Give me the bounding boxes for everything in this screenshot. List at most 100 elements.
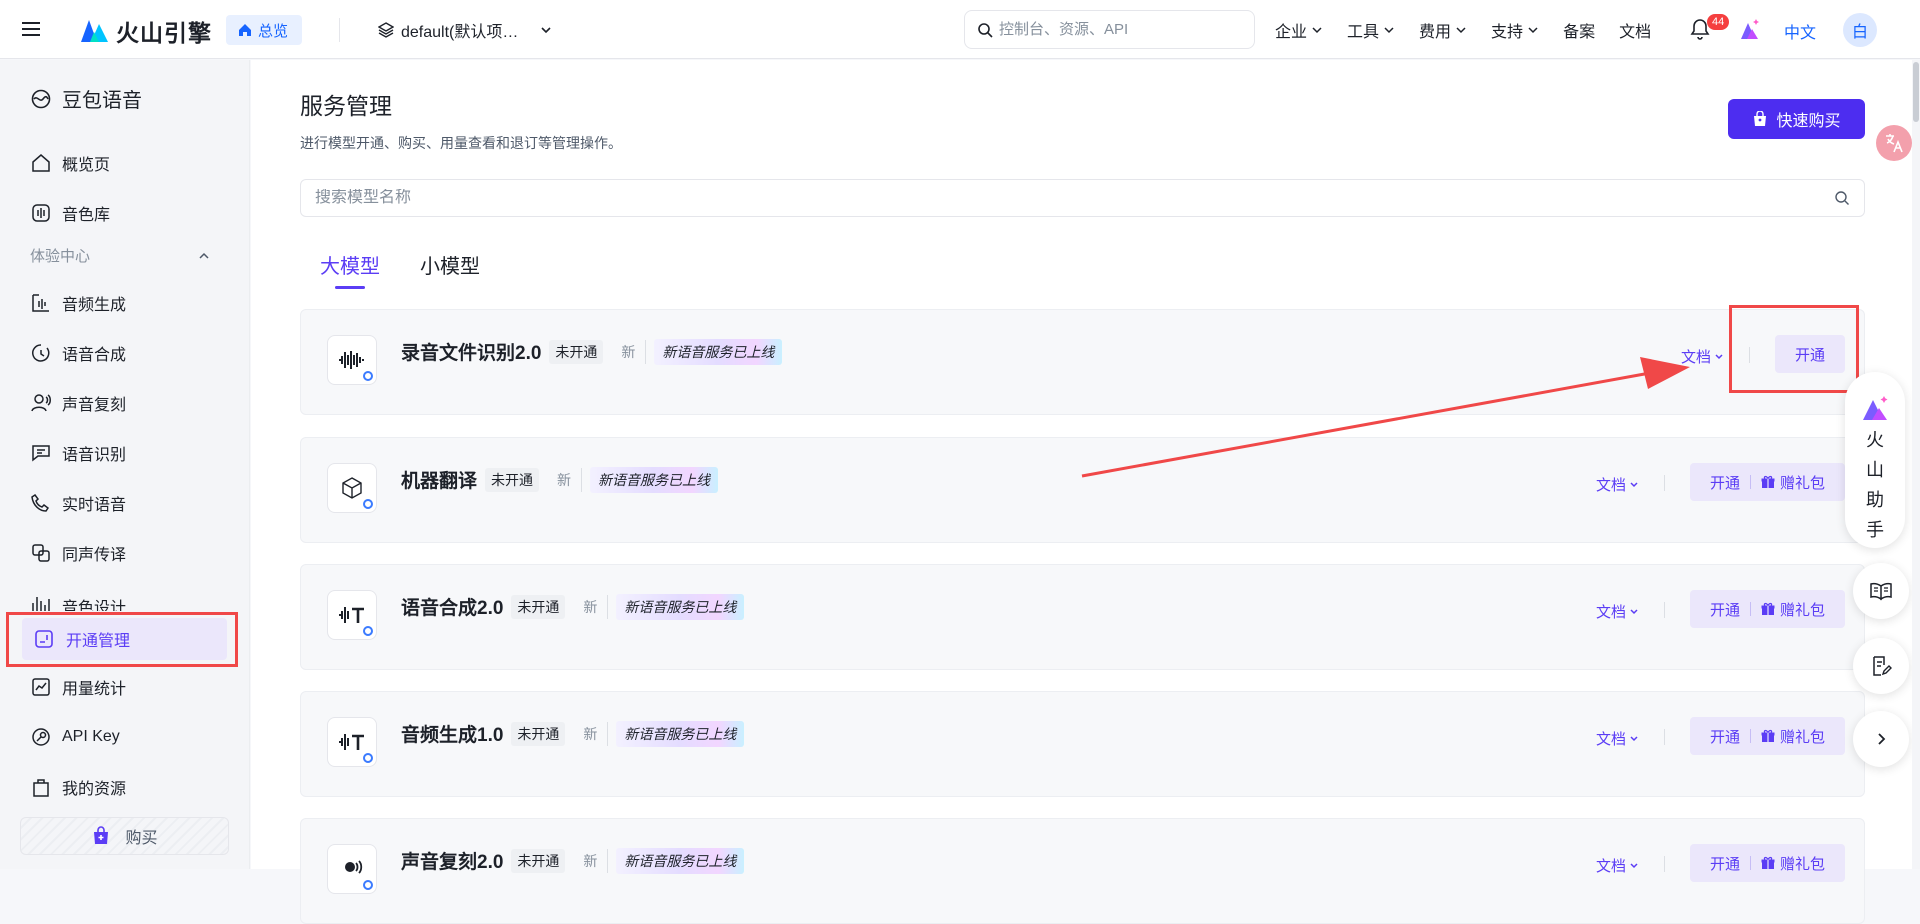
- tab-small-model[interactable]: 小模型: [420, 250, 480, 279]
- hamburger-menu-icon[interactable]: [20, 18, 42, 40]
- sidebar-item-label: 我的资源: [62, 781, 127, 798]
- chevron-right-icon: [1878, 733, 1886, 745]
- language-switch[interactable]: 中文: [1784, 19, 1816, 43]
- gift-pack-button[interactable]: 赠礼包: [1761, 599, 1825, 620]
- sidebar-item-audio-gen[interactable]: 音频生成: [30, 285, 126, 321]
- nav-tools[interactable]: 工具: [1347, 18, 1395, 42]
- sidebar-item-label: 语音识别: [62, 447, 127, 464]
- sidebar-buy-button[interactable]: 购买: [20, 817, 229, 855]
- nav-enterprise[interactable]: 企业: [1275, 18, 1323, 42]
- model-search-input[interactable]: [315, 189, 1715, 207]
- model-card: 音频生成1.0 未开通 新 新语音服务已上线 文档 开通 赠礼包: [300, 691, 1865, 797]
- action-button-group: 开通 赠礼包: [1690, 463, 1846, 501]
- nav-billing-label: 费用: [1419, 24, 1452, 41]
- scrollbar-thumb[interactable]: [1913, 62, 1919, 122]
- doc-dropdown[interactable]: 文档: [1596, 855, 1639, 876]
- action-button-group: 开通 赠礼包: [1690, 590, 1846, 628]
- nav-filing[interactable]: 备案: [1563, 18, 1595, 42]
- chevron-down-icon: [1456, 27, 1466, 34]
- gift-icon: [1761, 856, 1775, 869]
- translate-icon[interactable]: [1876, 125, 1912, 161]
- voice-icon: [327, 844, 377, 894]
- collapse-panel-button[interactable]: [1853, 711, 1909, 767]
- feedback-button[interactable]: [1853, 638, 1909, 694]
- chevron-down-icon: [1715, 353, 1723, 359]
- logo-text: 火山引擎: [116, 20, 212, 46]
- audio-generation-icon: [32, 294, 49, 312]
- wave-t-icon: [327, 590, 377, 640]
- user-avatar[interactable]: 白: [1843, 13, 1877, 47]
- sidebar-item-voice-clone[interactable]: 声音复刻: [30, 385, 126, 421]
- nav-docs[interactable]: 文档: [1619, 18, 1651, 42]
- sidebar-item-my-resources[interactable]: 我的资源: [30, 769, 126, 805]
- sidebar-item-label: 音色库: [62, 207, 111, 224]
- gift-pack-button[interactable]: 赠礼包: [1761, 726, 1825, 747]
- sidebar-item-voice-library[interactable]: 音色库: [30, 195, 110, 231]
- home-outline-icon: [32, 154, 50, 172]
- nav-billing[interactable]: 费用: [1419, 18, 1467, 42]
- status-badge: 未开通: [511, 721, 566, 746]
- model-card-title: 录音文件识别2.0 未开通 新 新语音服务已上线: [401, 338, 783, 365]
- doc-dropdown[interactable]: 文档: [1596, 601, 1639, 622]
- shopping-bag-icon: [94, 826, 109, 844]
- quick-buy-button[interactable]: 快速购买: [1728, 99, 1865, 139]
- gift-pack-button[interactable]: 赠礼包: [1761, 472, 1825, 493]
- tab-large-model[interactable]: 大模型: [320, 250, 380, 279]
- doc-dropdown-label: 文档: [1596, 858, 1627, 875]
- voice-design-icon: [32, 597, 50, 611]
- chevron-down-icon: [1312, 27, 1322, 34]
- gift-pack-button[interactable]: 赠礼包: [1761, 853, 1825, 874]
- sidebar-item-asr[interactable]: 语音识别: [30, 435, 126, 471]
- chevron-down-icon: [1630, 862, 1638, 868]
- gift-icon: [1761, 729, 1775, 742]
- page-scrollbar[interactable]: [1912, 60, 1920, 869]
- assistant-label-char: 火: [1866, 430, 1884, 450]
- action-separator: [1749, 347, 1750, 363]
- open-button[interactable]: 开通: [1710, 472, 1740, 493]
- sidebar-group-experience[interactable]: 体验中心: [30, 245, 210, 266]
- sidebar-item-voice-design[interactable]: 音色设计: [30, 585, 126, 611]
- model-card: 声音复刻2.0 未开通 新 新语音服务已上线 文档 开通 赠礼包: [300, 818, 1865, 924]
- gift-pack-label: 赠礼包: [1780, 601, 1826, 619]
- project-selector[interactable]: default(默认项…: [378, 16, 553, 44]
- sidebar-item-tts[interactable]: 语音合成: [30, 335, 126, 371]
- ai-assistant-icon[interactable]: [1737, 17, 1761, 41]
- open-button[interactable]: 开通: [1710, 726, 1740, 747]
- open-button[interactable]: 开通: [1710, 853, 1740, 874]
- docs-book-button[interactable]: [1853, 563, 1909, 619]
- sidebar-item-api-key[interactable]: API Key: [30, 719, 120, 755]
- sidebar-item-overview[interactable]: 概览页: [30, 145, 110, 181]
- open-button[interactable]: 开通: [1775, 335, 1845, 373]
- sidebar-item-realtime[interactable]: 实时语音: [30, 485, 126, 521]
- doc-dropdown-label: 文档: [1596, 731, 1627, 748]
- search-icon[interactable]: [1834, 190, 1850, 206]
- volcengine-logo[interactable]: 火山引擎: [80, 14, 212, 48]
- global-search[interactable]: [964, 10, 1255, 49]
- book-icon: [1870, 582, 1892, 601]
- volcano-logo-icon: [81, 20, 108, 42]
- active-tab-indicator: [335, 286, 365, 289]
- sidebar-item-label: 音色设计: [62, 600, 127, 611]
- online-tag: 新语音服务已上线: [590, 466, 719, 493]
- chevron-down-icon: [1630, 735, 1638, 741]
- global-search-input[interactable]: [999, 21, 1239, 38]
- chevron-down-icon: [541, 27, 551, 34]
- model-search[interactable]: [300, 179, 1865, 217]
- assistant-label-char: 山: [1866, 460, 1884, 480]
- sidebar-item-activation-management[interactable]: 开通管理: [22, 618, 227, 660]
- action-separator: [1664, 856, 1665, 872]
- volc-assistant-panel[interactable]: 火 山 助 手: [1845, 372, 1905, 548]
- overview-home-button[interactable]: 总览: [226, 15, 303, 45]
- chevron-up-icon: [199, 252, 209, 259]
- nav-support[interactable]: 支持: [1491, 18, 1539, 42]
- model-name: 声音复刻2.0: [401, 852, 504, 873]
- open-button[interactable]: 开通: [1710, 599, 1740, 620]
- sidebar-item-simul-translation[interactable]: 同声传译: [30, 535, 126, 571]
- doc-dropdown-label: 文档: [1596, 604, 1627, 621]
- doc-dropdown[interactable]: 文档: [1596, 728, 1639, 749]
- sidebar-item-usage[interactable]: 用量统计: [30, 669, 126, 705]
- sidebar-item-label: 概览页: [62, 157, 111, 174]
- model-card: 语音合成2.0 未开通 新 新语音服务已上线 文档 开通 赠礼包: [300, 564, 1865, 670]
- assistant-label-char: 助: [1866, 490, 1884, 510]
- nav-docs-label: 文档: [1619, 24, 1652, 41]
